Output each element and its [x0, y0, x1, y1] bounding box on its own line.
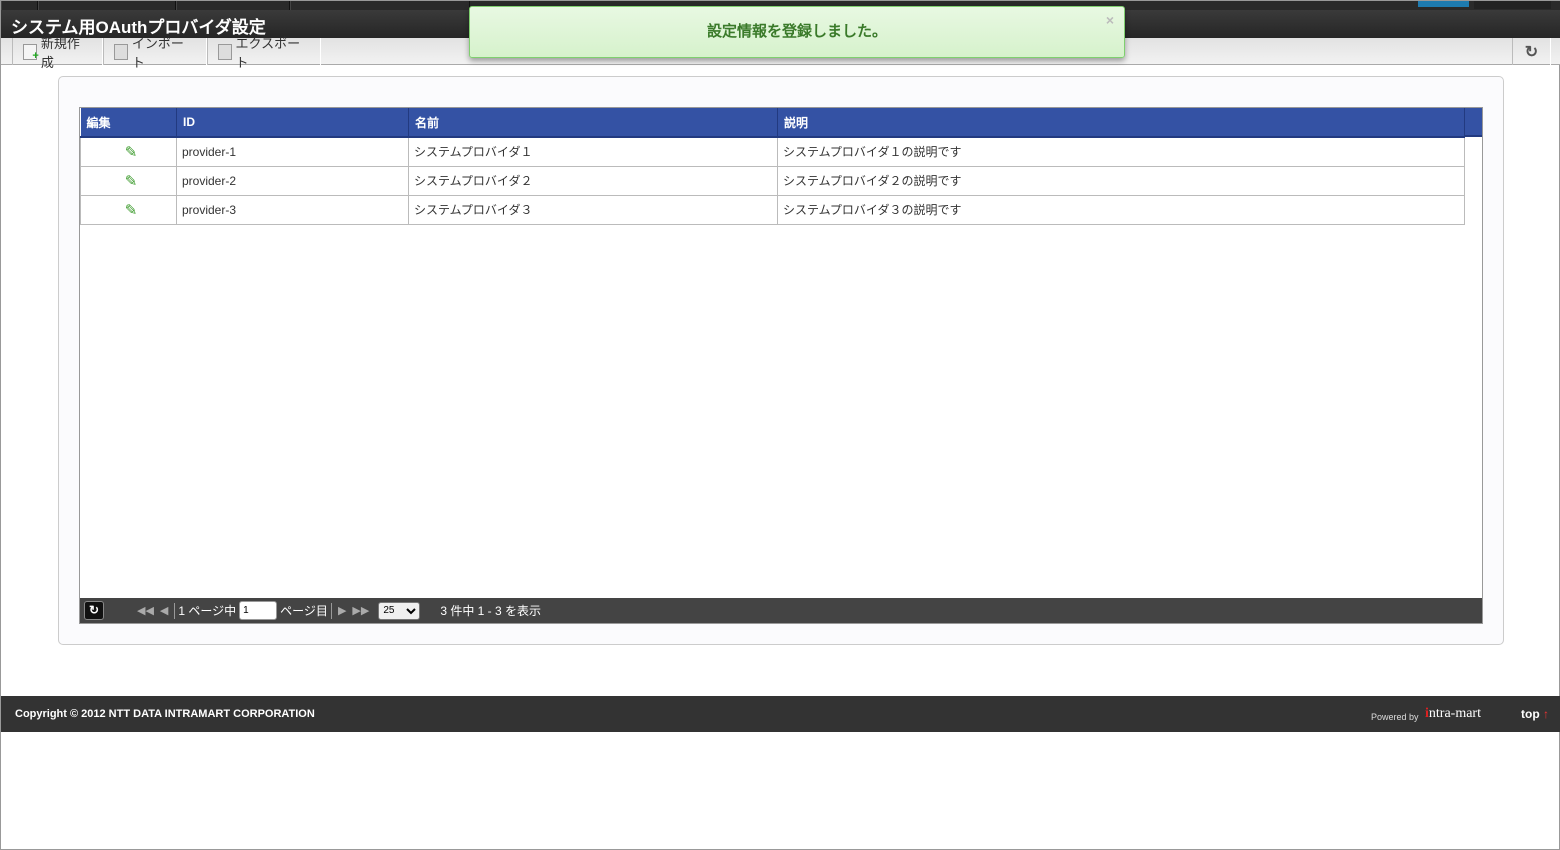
- divider: [330, 602, 332, 619]
- toast-message: 設定情報を登録しました。: [706, 23, 887, 40]
- cell-name: システムプロバイダ３: [408, 194, 778, 225]
- col-description[interactable]: 説明: [777, 108, 1465, 138]
- cell-name: システムプロバイダ１: [408, 136, 778, 167]
- new-button[interactable]: + 新規作成: [12, 36, 103, 70]
- export-label: エクスポート: [235, 35, 301, 70]
- page-prefix: 1 ページ中: [178, 604, 237, 618]
- cell-name: システムプロバイダ２: [408, 165, 778, 196]
- copyright: Copyright © 2012 NTT DATA INTRAMART CORP…: [15, 708, 315, 720]
- import-icon: [114, 43, 128, 60]
- refresh-icon: ↻: [1524, 43, 1539, 61]
- export-button[interactable]: エクスポート: [207, 36, 321, 70]
- import-label: インポート: [131, 35, 184, 70]
- powered-by: Powered by: [1371, 712, 1419, 722]
- back-to-top-link[interactable]: top ↑: [1521, 707, 1549, 721]
- refresh-button[interactable]: ↻: [1512, 38, 1551, 65]
- cell-description: システムプロバイダ２の説明です: [777, 165, 1465, 196]
- record-summary: 3 件中 1 - 3 を表示: [440, 604, 542, 618]
- top-label: top: [1521, 707, 1540, 721]
- col-edit[interactable]: 編集: [80, 108, 177, 138]
- table-row[interactable]: ✎ provider-2 システムプロバイダ２ システムプロバイダ２の説明です: [80, 165, 1465, 196]
- nav-tab[interactable]: [1474, 1, 1551, 9]
- arrow-up-icon: ↑: [1543, 707, 1549, 721]
- new-document-icon: +: [23, 43, 39, 62]
- new-label: 新規作成: [40, 35, 80, 70]
- provider-grid: 編集 ID 名前 説明 ✎ provider-1 システムプロバイダ１ システムプロバ…: [79, 107, 1483, 624]
- prev-page-icon[interactable]: ◀: [160, 604, 168, 617]
- divider: [174, 602, 176, 619]
- page-input[interactable]: [239, 601, 278, 620]
- edit-pencil-icon[interactable]: ✎: [125, 143, 138, 161]
- next-page-icon[interactable]: ▶: [338, 604, 346, 617]
- table-row[interactable]: ✎ provider-3 システムプロバイダ３ システムプロバイダ３の説明です: [80, 194, 1465, 225]
- cell-description: システムプロバイダ３の説明です: [777, 194, 1465, 225]
- cell-id: provider-1: [176, 136, 409, 167]
- edit-pencil-icon[interactable]: ✎: [125, 201, 138, 219]
- cell-description: システムプロバイダ１の説明です: [777, 136, 1465, 167]
- table-row[interactable]: ✎ provider-1 システムプロバイダ１ システムプロバイダ１の説明です: [80, 136, 1465, 167]
- active-nav-tab[interactable]: [1418, 1, 1469, 7]
- reload-grid-button[interactable]: ↻: [84, 601, 104, 620]
- rows-per-page-select[interactable]: 25: [378, 601, 421, 620]
- toast-close-button[interactable]: ×: [1106, 0, 1114, 45]
- import-button[interactable]: インポート: [103, 36, 207, 70]
- col-id[interactable]: ID: [176, 108, 409, 138]
- export-icon: [218, 43, 232, 60]
- page-suffix: ページ目: [280, 604, 328, 618]
- cell-id: provider-3: [176, 194, 409, 225]
- edit-pencil-icon[interactable]: ✎: [125, 172, 138, 190]
- pager: ↻ ◀◀ ◀ 1 ページ中 ページ目 ▶ ▶▶ 25 3 件中 1 - 3 を表…: [80, 598, 1482, 623]
- footer: Copyright © 2012 NTT DATA INTRAMART CORP…: [1, 696, 1560, 732]
- header-filler: [1465, 108, 1482, 137]
- first-page-icon[interactable]: ◀◀: [137, 604, 154, 617]
- success-toast: 設定情報を登録しました。 ×: [469, 6, 1125, 58]
- last-page-icon[interactable]: ▶▶: [352, 604, 369, 617]
- cell-id: provider-2: [176, 165, 409, 196]
- intra-mart-logo: intra-mart: [1425, 706, 1481, 721]
- col-name[interactable]: 名前: [408, 108, 778, 138]
